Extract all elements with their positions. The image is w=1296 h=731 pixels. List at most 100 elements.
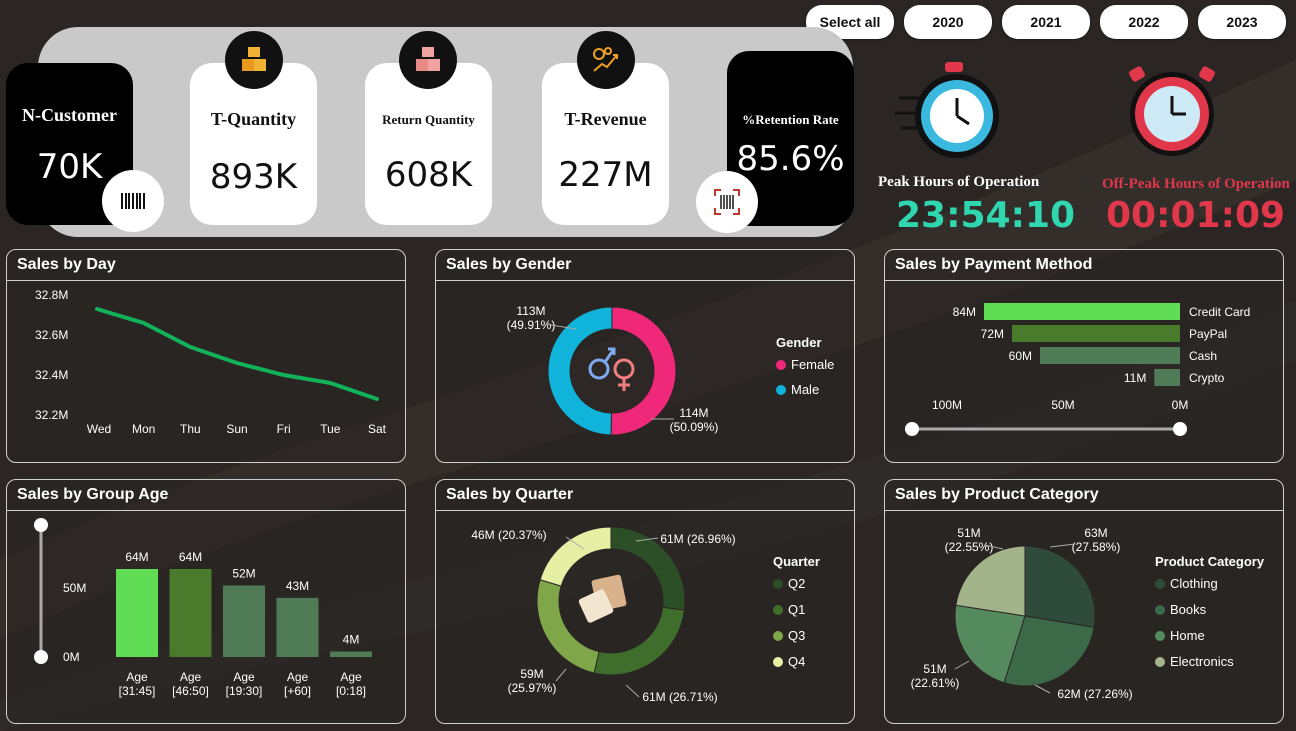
data-label: 46M (20.37%) (471, 528, 546, 542)
bar-age-group (330, 651, 372, 657)
data-label: 84M (953, 305, 976, 319)
x-tick-label: 0M (1172, 398, 1189, 412)
legend-label: Q4 (788, 654, 805, 669)
category-label: PayPal (1189, 327, 1227, 341)
data-label: 62M (27.26%) (1057, 687, 1132, 701)
panel-title: Sales by Product Category (885, 480, 1283, 511)
x-tick-label: Mon (132, 422, 155, 436)
panel-title: Sales by Gender (436, 250, 854, 281)
kpi-retention-label: %Retention Rate (742, 112, 839, 127)
legend-swatch (773, 657, 783, 667)
pie-slice-q4 (539, 526, 612, 587)
filter-2021-button[interactable]: 2021 (1002, 5, 1090, 39)
sales-by-quarter-chart: 46M (20.37%) 61M (26.96%) 59M (25.97%) 61M (… (471, 526, 820, 704)
kpi-revenue-label: T-Revenue (564, 109, 647, 129)
legend-title: Quarter (773, 554, 820, 569)
sales-by-age-chart: 50M 0M 64M Age [31:45] 64M Age [46:50] 52M Age [19… (34, 518, 372, 698)
filter-2020-button[interactable]: 2020 (904, 5, 992, 39)
filter-2023-button[interactable]: 2023 (1198, 5, 1286, 39)
data-label: 63M (27.58%) (1072, 526, 1121, 554)
bar-credit-card (984, 303, 1180, 320)
data-label: 59M (25.97%) (508, 667, 557, 695)
x-tick-label: Sun (226, 422, 247, 436)
stopwatch-peak-icon (895, 62, 999, 158)
female-symbol-icon (613, 358, 635, 380)
sales-by-gender-chart: 113M (49.91%) 114M (50.09%) Gender Female Male (507, 304, 834, 436)
filter-2022-button[interactable]: 2022 (1100, 5, 1188, 39)
panel-sales-by-payment: Sales by Payment Method 84M Credit Card 72… (884, 249, 1284, 463)
range-slider-handle-right[interactable] (1173, 422, 1187, 436)
bar-paypal (1012, 325, 1180, 342)
range-slider-handle-left[interactable] (905, 422, 919, 436)
legend-swatch (1155, 631, 1165, 641)
data-label: 51M (22.61%) (911, 662, 960, 690)
y-tick-label: 32.6M (35, 328, 68, 342)
boxes-icon (225, 31, 283, 89)
data-label: 113M (49.91%) (507, 304, 556, 332)
legend-label: Q1 (788, 602, 805, 617)
panel-title: Sales by Payment Method (885, 250, 1283, 281)
bar-crypto (1154, 369, 1180, 386)
legend-swatch (1155, 605, 1165, 615)
panel-sales-by-quarter: Sales by Quarter 46M (20.37%) 61M (26.96%… (435, 479, 855, 724)
panel-sales-by-product: Sales by Product Category 51M (22.55%) 63M… (884, 479, 1284, 724)
pie-slice-q3 (536, 579, 600, 674)
bar-age-group (223, 585, 265, 657)
package-stack-icon (399, 31, 457, 89)
legend-swatch (773, 579, 783, 589)
range-slider-handle-bottom[interactable] (34, 650, 48, 664)
x-tick-label: Age [46:50] (172, 670, 209, 698)
barcode-icon (102, 170, 164, 232)
legend-label: Q3 (788, 628, 805, 643)
barcode-scan-icon (696, 171, 758, 233)
legend-title: Gender (776, 335, 822, 350)
kpi-revenue-value: 227M (558, 155, 653, 195)
pie-slice-female (610, 306, 677, 436)
data-label: 4M (343, 633, 360, 647)
x-tick-label: Age [+60] (284, 670, 311, 698)
leader-line (954, 660, 970, 670)
x-tick-label: 50M (1051, 398, 1074, 412)
legend-label: Home (1170, 628, 1205, 643)
x-tick-label: Age [0:18] (336, 670, 366, 698)
data-label: 43M (286, 579, 309, 593)
panel-title: Sales by Quarter (436, 480, 854, 511)
panel-sales-by-gender: Sales by Gender 113M (49.91%) 114M (50.09%)… (435, 249, 855, 463)
legend-swatch (776, 385, 786, 395)
data-label: 114M (50.09%) (670, 406, 719, 434)
legend-title: Product Category (1155, 554, 1265, 569)
data-label: 51M (22.55%) (945, 526, 994, 554)
x-tick-label: Age [31:45] (119, 670, 156, 698)
offpeak-hours-value: 00:01:09 (1106, 195, 1286, 236)
legend-label: Books (1170, 602, 1207, 617)
panel-title: Sales by Group Age (7, 480, 405, 511)
kpi-quantity-value: 893K (209, 157, 298, 197)
male-symbol-icon (588, 358, 610, 380)
legend-swatch (1155, 657, 1165, 667)
x-tick-label: Wed (87, 422, 111, 436)
legend-label: Electronics (1170, 654, 1234, 669)
data-label: 52M (232, 567, 255, 581)
legend-label: Q2 (788, 576, 805, 591)
range-slider-handle-top[interactable] (34, 518, 48, 532)
pie-slice-clothing (1024, 545, 1096, 628)
category-label: Crypto (1189, 371, 1225, 385)
peak-hours-value: 23:54:10 (896, 195, 1076, 236)
panel-sales-by-age: Sales by Group Age 50M 0M 64M Age [31:45] 64M… (6, 479, 406, 724)
kpi-customers-label: N-Customer (22, 105, 117, 125)
data-label: 11M (1124, 371, 1146, 385)
kpi-returns-label: Return Quantity (382, 112, 475, 127)
sales-by-payment-chart: 84M Credit Card 72M PayPal 60M Cash 11M Crypto 1… (905, 303, 1250, 436)
y-tick-label: 0M (63, 650, 80, 664)
series-line (95, 307, 379, 401)
legend-swatch (773, 605, 783, 615)
y-tick-label: 50M (63, 581, 86, 595)
data-label: 64M (179, 550, 202, 564)
bar-age-group (116, 569, 158, 657)
data-label: 60M (1009, 349, 1032, 363)
bar-age-group (276, 597, 319, 657)
kpi-quantity-label: T-Quantity (210, 109, 297, 129)
leader-line (1034, 684, 1051, 694)
offpeak-hours-label: Off-Peak Hours of Operation (1102, 176, 1290, 192)
clock-offpeak-icon (1129, 66, 1215, 156)
